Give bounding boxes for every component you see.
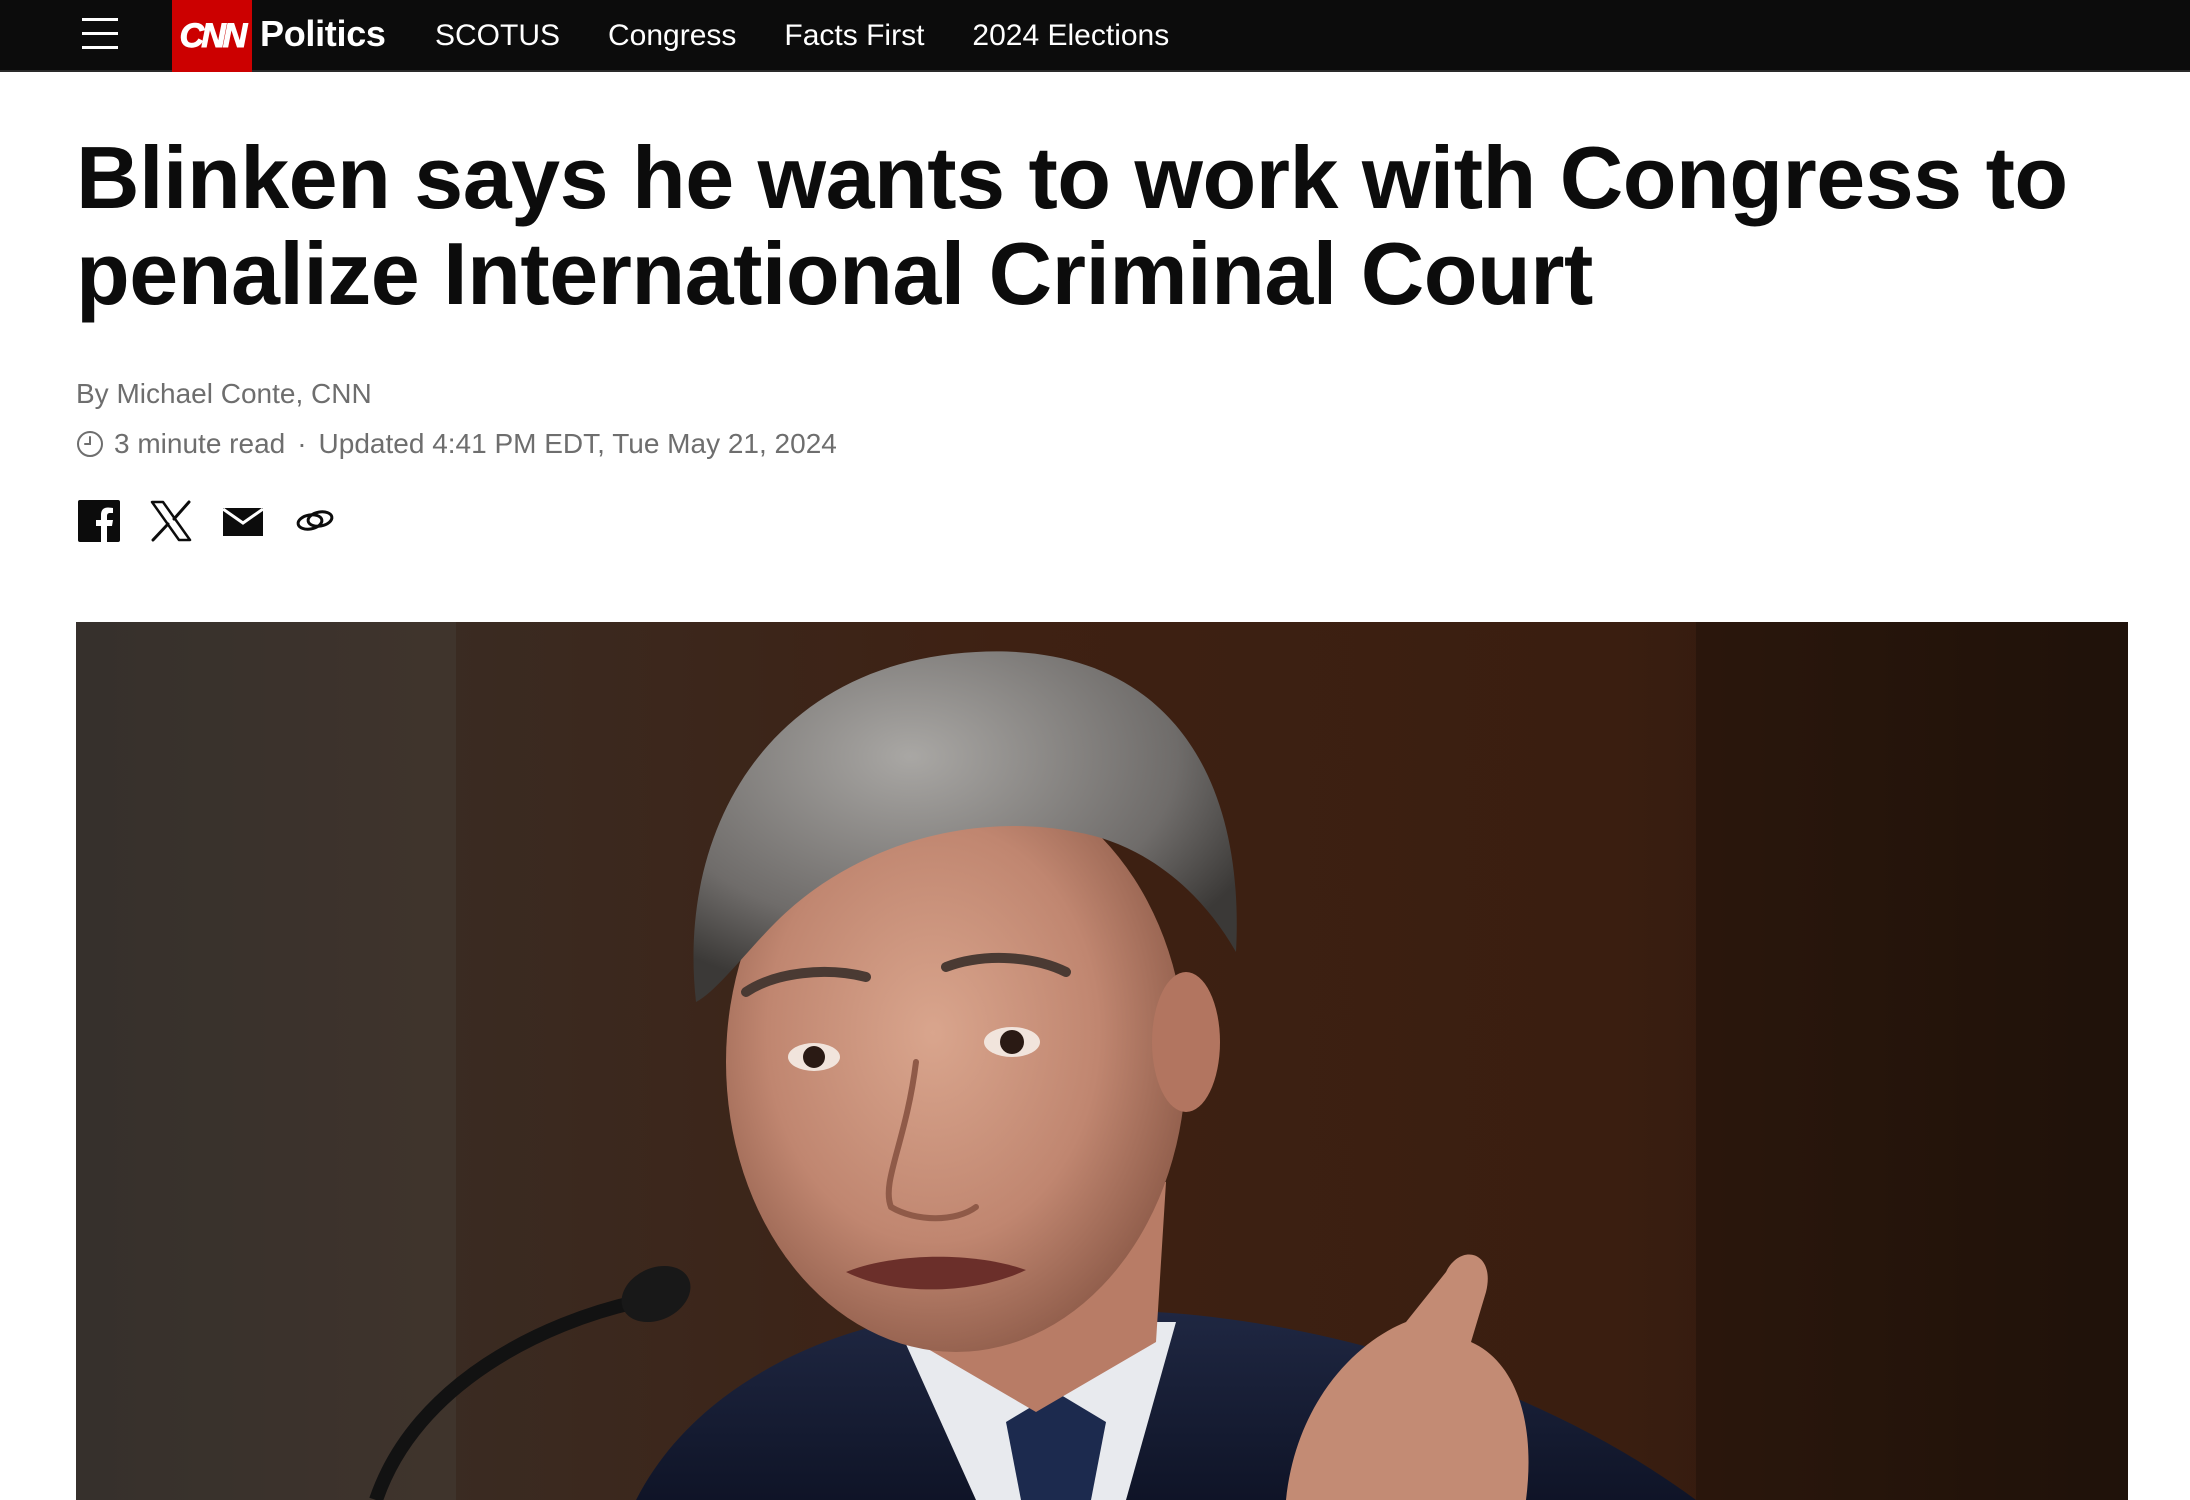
- section-title-politics[interactable]: Politics: [260, 0, 386, 72]
- byline: By Michael Conte, CNN: [76, 378, 372, 410]
- logo-text: CNN: [179, 16, 248, 55]
- hero-image: [76, 622, 2128, 1500]
- byline-prefix: By: [76, 378, 117, 409]
- nav-link-scotus[interactable]: SCOTUS: [435, 2, 560, 70]
- updated-timestamp: Updated 4:41 PM EDT, Tue May 21, 2024: [318, 428, 837, 459]
- email-icon[interactable]: [220, 498, 266, 544]
- facebook-icon[interactable]: [76, 498, 122, 544]
- meta-separator: ·: [297, 428, 307, 459]
- nav-link-congress[interactable]: Congress: [608, 2, 736, 70]
- article-headline: Blinken says he wants to work with Congr…: [76, 128, 2068, 323]
- x-icon[interactable]: [148, 498, 194, 544]
- top-navigation-bar: CNN Politics SCOTUS Congress Facts First…: [0, 0, 2190, 72]
- author-link[interactable]: Michael Conte, CNN: [116, 378, 371, 409]
- share-bar: [76, 496, 364, 546]
- hero-photo-illustration: [76, 622, 2128, 1500]
- read-time: 3 minute read: [114, 428, 286, 459]
- menu-icon[interactable]: [82, 16, 118, 52]
- link-icon[interactable]: [292, 498, 338, 544]
- nav-link-2024-elections[interactable]: 2024 Elections: [972, 2, 1169, 70]
- article-meta: 3 minute read · Updated 4:41 PM EDT, Tue…: [76, 424, 837, 464]
- cnn-logo[interactable]: CNN: [172, 0, 252, 72]
- section-nav-links: SCOTUS Congress Facts First 2024 Electio…: [435, 0, 1217, 72]
- nav-link-facts-first[interactable]: Facts First: [784, 2, 924, 70]
- clock-icon: [77, 431, 103, 457]
